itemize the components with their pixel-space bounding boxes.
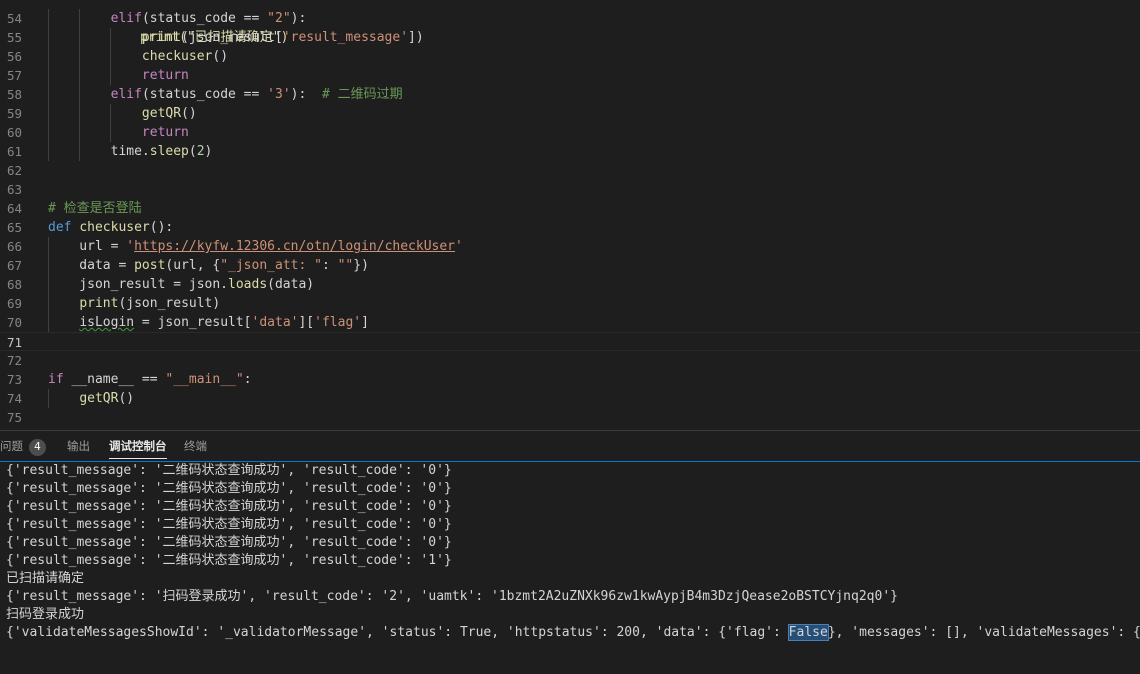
line-number: 72 — [6, 353, 22, 368]
debug-console-output[interactable]: {'result_message': '二维码状态查询成功', 'result_… — [0, 462, 1140, 674]
tab-output[interactable]: 输出 — [67, 431, 90, 461]
code-text: elif(status_code == '3'): # 二维码过期 — [110, 87, 403, 102]
code-text: elif(status_code == "2"): — [110, 11, 307, 26]
line-number: 73 — [6, 372, 22, 387]
tab-debug-console-label: 调试控制台 — [109, 439, 167, 453]
code-line: 59 getQR() — [0, 104, 1140, 123]
line-number: 65 — [6, 220, 22, 235]
code-line: 65 def checkuser(): — [0, 218, 1140, 237]
code-text: # 检查是否登陆 — [48, 201, 142, 216]
code-line: 74 getQR() — [0, 389, 1140, 408]
code-text: if __name__ == "__main__": — [48, 372, 252, 387]
console-line: {'result_message': '二维码状态查询成功', 'result_… — [6, 481, 452, 496]
code-editor[interactable]: print("已扫描请确定") 54 elif(status_code == "… — [0, 0, 1140, 430]
code-line: 56 checkuser() — [0, 47, 1140, 66]
code-line: 54 elif(status_code == "2"): — [0, 9, 1140, 28]
console-line: {'validateMessagesShowId': '_validatorMe… — [6, 624, 1140, 641]
code-line: 64 # 检查是否登陆 — [0, 199, 1140, 218]
line-number: 62 — [6, 163, 22, 178]
line-number: 67 — [6, 258, 22, 273]
tab-output-label: 输出 — [67, 439, 90, 453]
line-number: 68 — [6, 277, 22, 292]
console-line: {'result_message': '二维码状态查询成功', 'result_… — [6, 499, 452, 514]
line-number: 61 — [6, 144, 22, 159]
code-line: 71 — [0, 332, 1140, 351]
code-line: 69 print(json_result) — [0, 294, 1140, 313]
console-line: 扫码登录成功 — [6, 607, 85, 622]
tab-debug-console[interactable]: 调试控制台 — [109, 431, 167, 461]
code-line: 68 json_result = json.loads(data) — [0, 275, 1140, 294]
code-line: 75 — [0, 408, 1140, 427]
line-number: 63 — [6, 182, 22, 197]
code-text: checkuser() — [141, 49, 229, 64]
tab-problems[interactable]: 问题 4 — [0, 431, 46, 461]
code-text: print(json_result['result_message']) — [141, 30, 424, 45]
code-text: url = 'https://kyfw.12306.cn/otn/login/c… — [48, 239, 463, 254]
line-number: 60 — [6, 125, 22, 140]
code-line: 57 return — [0, 66, 1140, 85]
code-line: 66 url = 'https://kyfw.12306.cn/otn/logi… — [0, 237, 1140, 256]
line-number: 55 — [6, 30, 22, 45]
line-number: 54 — [6, 11, 22, 26]
console-line: {'result_message': '二维码状态查询成功', 'result_… — [6, 535, 452, 550]
console-line: {'result_message': '二维码状态查询成功', 'result_… — [6, 517, 452, 532]
line-number: 75 — [6, 410, 22, 425]
panel-tab-bar: 问题 4 输出 调试控制台 终端 — [0, 430, 1140, 461]
code-text: getQR() — [79, 391, 135, 406]
problems-count-badge: 4 — [29, 439, 46, 456]
line-number: 58 — [6, 87, 22, 102]
selected-text[interactable]: False — [787, 624, 829, 641]
line-number: 69 — [6, 296, 22, 311]
line-number: 70 — [6, 315, 22, 330]
console-line: 已扫描请确定 — [6, 571, 85, 586]
line-number: 64 — [6, 201, 22, 216]
code-line: 63 — [0, 180, 1140, 199]
tab-terminal-label: 终端 — [184, 439, 207, 453]
line-number: 66 — [6, 239, 22, 254]
code-line: 55 print(json_result['result_message']) — [0, 28, 1140, 47]
tab-terminal[interactable]: 终端 — [184, 431, 207, 461]
code-line: 73 if __name__ == "__main__": — [0, 370, 1140, 389]
line-number: 74 — [6, 391, 22, 406]
code-text: return — [141, 125, 189, 140]
code-line: 62 — [0, 161, 1140, 180]
code-line: 72 — [0, 351, 1140, 370]
console-line: {'result_message': '扫码登录成功', 'result_cod… — [6, 589, 898, 604]
line-number: 57 — [6, 68, 22, 83]
code-line: 58 elif(status_code == '3'): # 二维码过期 — [0, 85, 1140, 104]
code-text: getQR() — [141, 106, 197, 121]
code-line: 67 data = post(url, {"_json_att: ": ""}) — [0, 256, 1140, 275]
code-line: 60 return — [0, 123, 1140, 142]
code-text: return — [141, 68, 189, 83]
code-line-partial: print("已扫描请确定") — [0, 0, 1140, 45]
console-line: {'result_message': '二维码状态查询成功', 'result_… — [6, 553, 452, 568]
code-text: time.sleep(2) — [48, 144, 213, 159]
code-text: data = post(url, {"_json_att: ": ""}) — [48, 258, 369, 273]
line-number: 71 — [6, 335, 22, 350]
code-text: print(json_result) — [79, 296, 221, 311]
tab-problems-label: 问题 — [0, 439, 23, 453]
line-number: 56 — [6, 49, 22, 64]
code-line: 61 time.sleep(2) — [0, 142, 1140, 161]
code-text: json_result = json.loads(data) — [48, 277, 315, 292]
code-line: 70 isLogin = json_result['data']['flag'] — [0, 313, 1140, 332]
code-text: isLogin = json_result['data']['flag'] — [79, 315, 369, 330]
code-text: def checkuser(): — [48, 220, 174, 235]
console-line: {'result_message': '二维码状态查询成功', 'result_… — [6, 463, 452, 478]
line-number: 59 — [6, 106, 22, 121]
